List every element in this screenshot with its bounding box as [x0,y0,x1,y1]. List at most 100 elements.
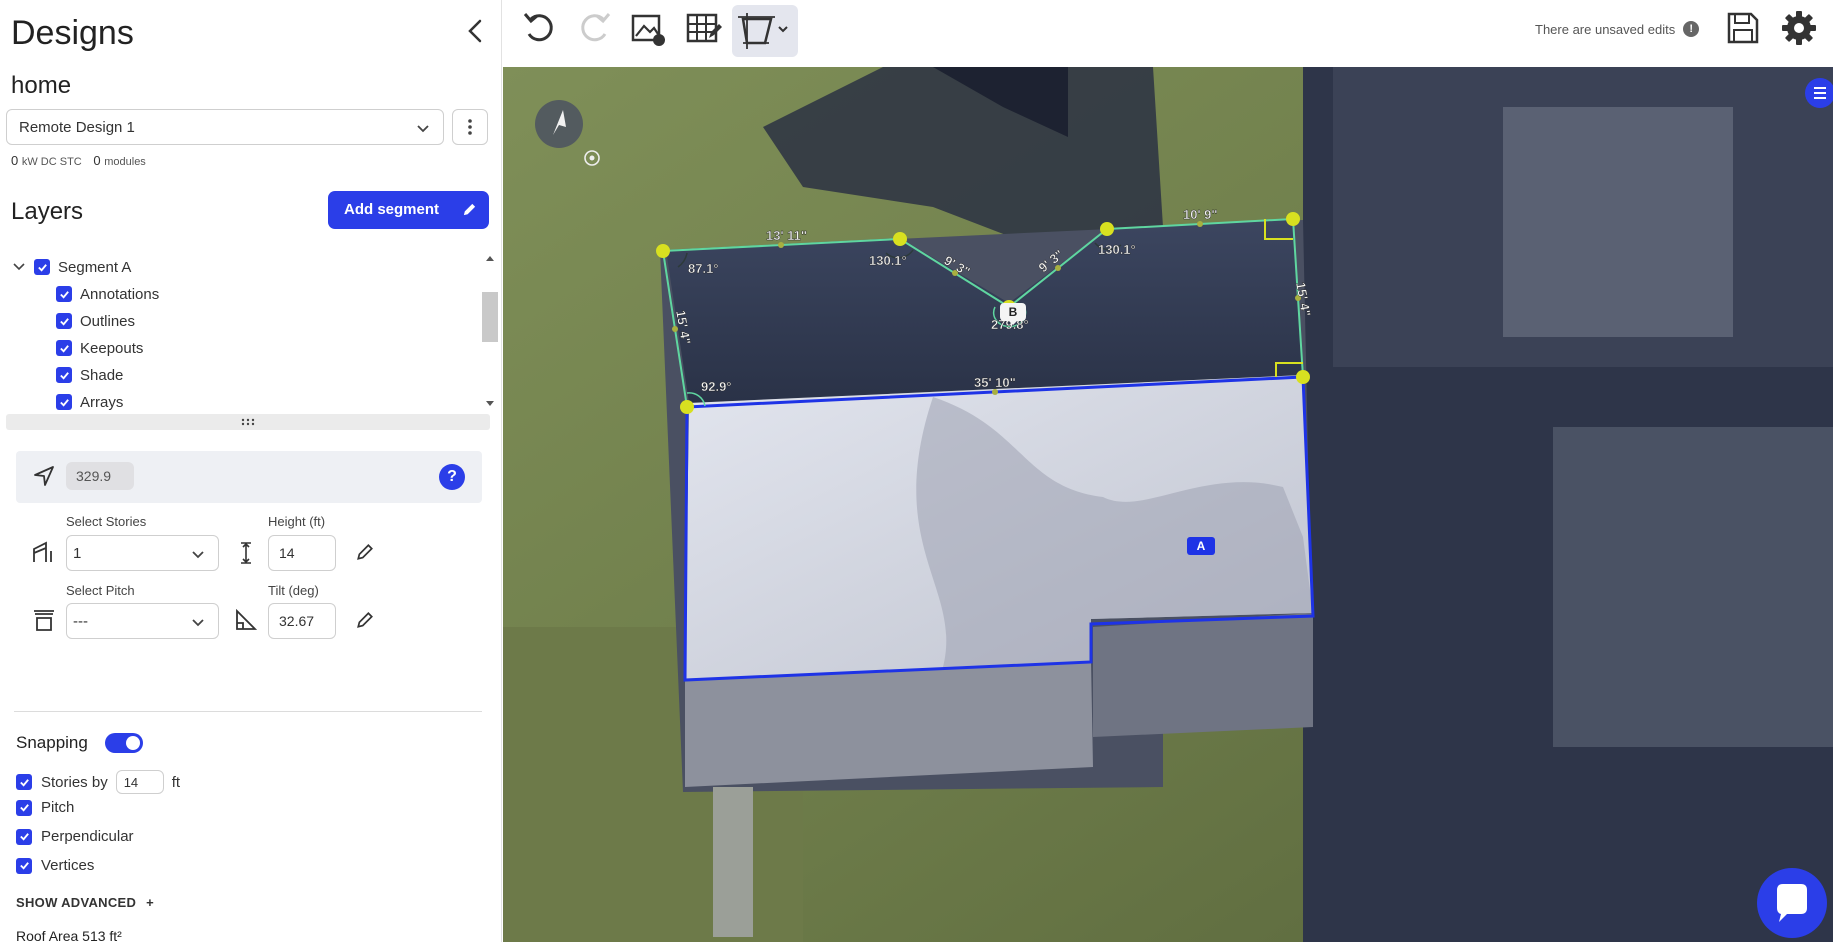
map-canvas[interactable]: 13' 11" 10' 9" 15' 4" 15' 4" 35' 10" 9' … [503,67,1833,942]
height-icon [241,542,251,564]
vertex-handle[interactable] [656,244,670,258]
annotations-checkbox[interactable] [56,286,72,302]
design-select[interactable]: Remote Design 1 [6,109,444,145]
neighbor-roof [1553,427,1833,747]
tree-item-label: Segment A [58,258,132,276]
angle-label: 92.9° [701,379,732,394]
add-segment-label: Add segment [344,201,440,218]
snap-stories-input[interactable]: 14 [115,770,164,794]
pitch-label: Select Pitch [66,583,135,598]
chevron-down-icon[interactable] [12,260,26,274]
vertex-handle[interactable] [680,400,694,414]
vertex-handle[interactable] [1296,370,1310,384]
vertex-handle[interactable] [893,232,907,246]
satellite-map[interactable]: 13' 11" 10' 9" 15' 4" 15' 4" 35' 10" 9' … [503,67,1833,942]
kw-unit: kW DC STC [21,156,82,168]
neighbor-roof [1503,107,1733,337]
edge-length-label: 10' 9" [1183,207,1218,222]
tree-item-label: Annotations [80,285,160,303]
stories-label: Select Stories [66,514,147,529]
redo-button[interactable] [575,8,619,52]
tree-item-arrays[interactable]: Arrays [56,392,123,412]
undo-icon [523,13,553,42]
tree-item-keepouts[interactable]: Keepouts [56,338,143,358]
help-button[interactable]: ? [439,464,465,490]
layers-tree: Segment A Annotations Outlines Keepouts … [0,250,482,412]
layers-scroll-thumb[interactable] [482,292,498,342]
lower-roof [1093,613,1313,737]
snap-pitch-checkbox[interactable] [16,799,32,816]
chat-bubble-icon [1777,884,1807,922]
settings-button[interactable] [1779,8,1823,52]
height-input[interactable]: 14 [268,535,336,571]
arrays-checkbox[interactable] [56,394,72,410]
tree-item-segment-a[interactable]: Segment A [12,257,131,277]
top-toolbar: There are unsaved edits ! [503,0,1833,67]
draw-segment-tool-button[interactable] [732,5,798,57]
chevron-down-icon [417,125,429,133]
gear-icon [1782,11,1816,45]
project-name: home [11,72,72,99]
locate-icon-dot [589,155,595,161]
outlines-checkbox[interactable] [56,313,72,329]
building-stories-icon [33,541,52,562]
tree-item-annotations[interactable]: Annotations [56,284,159,304]
add-segment-button[interactable]: Add segment [328,191,489,229]
tree-item-label: Keepouts [80,339,144,357]
grid-edit-button[interactable] [683,8,727,52]
snap-pitch-label: Pitch [41,799,75,816]
snap-stories-checkbox[interactable] [16,774,32,790]
edge-length-label: 35' 10" [974,375,1016,390]
chat-support-button[interactable] [1757,868,1827,938]
tilt-angle-icon [236,609,257,630]
stories-select[interactable]: 1 [66,535,219,571]
tilt-label: Tilt (deg) [268,583,319,598]
warning-icon: ! [1683,21,1700,37]
snap-perpendicular-row: Perpendicular [16,828,134,845]
segment-b-label: B [1009,305,1018,319]
tree-item-outlines[interactable]: Outlines [56,311,135,331]
snap-perpendicular-label: Perpendicular [41,828,134,845]
app-root: Designs home Remote Design 1 0 kW DC STC… [0,0,1833,942]
pitch-select[interactable]: --- [66,603,219,639]
walkway [713,787,753,937]
check-icon [59,398,69,407]
snap-vertices-row: Vertices [16,857,94,874]
pencil-icon[interactable] [356,543,374,561]
tree-item-label: Arrays [80,393,124,411]
snapping-toggle[interactable] [105,733,143,753]
pencil-icon[interactable] [356,611,374,629]
snap-pitch-row: Pitch [16,799,74,816]
keepouts-checkbox[interactable] [56,340,72,356]
tilt-input[interactable]: 32.67 [268,603,336,639]
segment-a-label: A [1197,539,1206,553]
check-icon [19,804,29,812]
collapse-sidebar-button[interactable] [462,16,488,46]
snap-vertices-checkbox[interactable] [16,857,32,874]
snap-perpendicular-checkbox[interactable] [16,828,32,845]
undo-button[interactable] [519,8,563,52]
shade-checkbox[interactable] [56,367,72,383]
map-menu-button[interactable] [1805,78,1833,108]
hamburger-menu-icon [1814,87,1826,99]
resize-handle[interactable] [6,414,490,430]
chevron-down-icon [192,551,204,559]
tree-item-shade[interactable]: Shade [56,365,123,385]
azimuth-input[interactable]: 329.9 [66,462,134,490]
vertex-handle[interactable] [1100,222,1114,236]
snap-vertices-label: Vertices [41,857,95,874]
snap-stories-unit: ft [171,773,181,791]
check-icon [59,290,69,299]
design-options-button[interactable] [452,109,488,145]
modules-unit: modules [104,156,146,168]
segment-a-checkbox[interactable] [34,259,50,275]
design-select-value: Remote Design 1 [19,119,135,136]
imagery-button[interactable] [627,8,671,52]
lower-roof [685,661,1093,787]
vertex-handle[interactable] [1286,212,1300,226]
save-button[interactable] [1723,8,1767,52]
show-advanced-button[interactable]: SHOW ADVANCED + [16,895,154,910]
check-icon [37,263,47,272]
plus-icon: + [146,895,155,910]
angle-label: 87.1° [688,261,719,276]
